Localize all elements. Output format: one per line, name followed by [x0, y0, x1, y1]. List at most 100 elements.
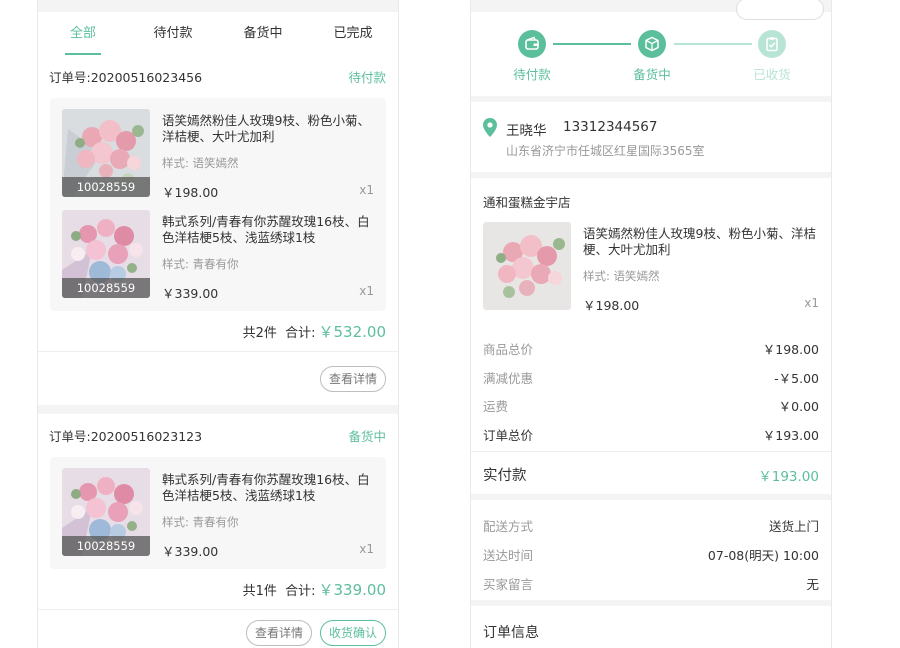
delivery-value: 送货上门 [768, 519, 819, 534]
fee-label: 运费 [483, 399, 509, 414]
order-detail-screen: 待付款 备货中 已收货 王晓华 13312344567 山东省济宁市任城区红星国… [470, 0, 832, 648]
amount-paid-value: ￥193.00 [758, 468, 819, 485]
product-qty: x1 [359, 284, 374, 298]
buyer-message-row: 买家留言 无 [483, 574, 819, 593]
order-info-section: 订单信息 [471, 606, 831, 648]
item-count: 共1件 [242, 583, 277, 599]
list-item[interactable]: 10028559 语笑嫣然粉佳人玫瑰9枝、粉色小菊、洋桔梗、大叶尤加利 样式: … [50, 109, 386, 210]
product-code: 10028559 [62, 177, 150, 197]
order-list-screen: 全部 待付款 备货中 已完成 订单号:20200516023456 待付款 10… [37, 0, 399, 648]
order-status: 待付款 [348, 70, 386, 85]
shop-name: 通和蛋糕金宇店 [483, 195, 571, 210]
delivery-section: 配送方式 送货上门 送达时间 07-08(明天) 10:00 买家留言 无 [471, 500, 831, 600]
fee-value: ￥0.00 [778, 399, 819, 414]
product-price: ￥339.00 [162, 286, 219, 301]
delivery-time-row[interactable]: 送达时间 07-08(明天) 10:00 [483, 545, 819, 564]
product-qty: x1 [359, 183, 374, 197]
divider [471, 451, 831, 452]
tab-pending-payment[interactable]: 待付款 [128, 12, 218, 55]
fee-row-order-total: 订单总价 ￥193.00 [483, 425, 819, 444]
recipient-address: 山东省济宁市任城区红星国际3565室 [506, 144, 705, 158]
step-label: 待付款 [513, 67, 551, 82]
amount-paid-row: 实付款 ￥193.00 [483, 464, 819, 485]
delivery-label: 买家留言 [483, 577, 534, 592]
product-qty: x1 [804, 296, 819, 310]
total-label: 合计: [285, 325, 316, 341]
tab-all[interactable]: 全部 [38, 12, 128, 55]
delivery-label: 送达时间 [483, 548, 534, 563]
product-image [483, 222, 571, 310]
tab-preparing[interactable]: 备货中 [218, 12, 308, 55]
order-number: 订单号:20200516023123 [49, 429, 203, 444]
product-title: 语笑嫣然粉佳人玫瑰9枝、粉色小菊、洋桔梗、大叶尤加利 [583, 226, 816, 257]
list-item[interactable]: 10028559 韩式系列/青春有你苏醒玫瑰16枝、白色洋桔梗5枝、浅蓝绣球1枝… [50, 210, 386, 311]
total-label: 合计: [285, 583, 316, 599]
order-summary: 共1件 合计: ￥339.00 [38, 569, 398, 609]
product-title: 语笑嫣然粉佳人玫瑰9枝、粉色小菊、洋桔梗、大叶尤加利 [162, 113, 370, 144]
product-spec: 样式: 语笑嫣然 [162, 156, 239, 170]
product-info: 韩式系列/青春有你苏醒玫瑰16枝、白色洋桔梗5枝、浅蓝绣球1枝 样式: 青春有你… [150, 210, 386, 311]
order-items: 10028559 韩式系列/青春有你苏醒玫瑰16枝、白色洋桔梗5枝、浅蓝绣球1枝… [50, 457, 386, 569]
product-code: 10028559 [62, 278, 150, 298]
order-total: ￥339.00 [318, 580, 387, 599]
product-price: ￥339.00 [162, 544, 219, 559]
product-info: 语笑嫣然粉佳人玫瑰9枝、粉色小菊、洋桔梗、大叶尤加利 样式: 语笑嫣然 ￥198… [150, 109, 386, 210]
product-qty: x1 [359, 542, 374, 556]
amount-paid-label: 实付款 [483, 468, 527, 484]
bouquet-image-icon [483, 222, 571, 310]
order-tabs: 全部 待付款 备货中 已完成 [38, 12, 398, 55]
confirm-receipt-button[interactable]: 收货确认 [319, 620, 386, 646]
shipping-address[interactable]: 王晓华 13312344567 山东省济宁市任城区红星国际3565室 [471, 102, 831, 172]
product-image: 10028559 [62, 468, 150, 556]
delivery-value: 无 [806, 577, 819, 592]
step-preparing: 备货中 [622, 30, 682, 83]
product-spec: 样式: 青春有你 [162, 257, 239, 271]
order-status: 备货中 [348, 429, 386, 444]
location-pin-icon [483, 118, 497, 141]
view-details-button[interactable]: 查看详情 [319, 365, 386, 392]
product-code: 10028559 [62, 536, 150, 556]
recipient-phone: 13312344567 [563, 119, 658, 135]
order-progress: 待付款 备货中 已收货 [471, 0, 831, 96]
fee-label: 订单总价 [483, 428, 534, 443]
product-price: ￥198.00 [162, 185, 219, 200]
order-actions: 查看详情 [38, 352, 398, 405]
header-button[interactable] [736, 0, 824, 20]
list-item[interactable]: 10028559 韩式系列/青春有你苏醒玫瑰16枝、白色洋桔梗5枝、浅蓝绣球1枝… [50, 468, 386, 569]
product-title: 韩式系列/青春有你苏醒玫瑰16枝、白色洋桔梗5枝、浅蓝绣球1枝 [162, 472, 370, 503]
delivery-method-row: 配送方式 送货上门 [483, 516, 819, 535]
product-spec: 样式: 语笑嫣然 [583, 269, 660, 283]
tab-completed[interactable]: 已完成 [308, 12, 398, 55]
recipient-name: 王晓华 [506, 123, 547, 139]
order-number: 订单号:20200516023456 [49, 70, 203, 85]
list-item[interactable]: 语笑嫣然粉佳人玫瑰9枝、粉色小菊、洋桔梗、大叶尤加利 样式: 语笑嫣然 ￥198… [471, 222, 831, 323]
wallet-icon [518, 30, 546, 58]
order-card: 订单号:20200516023123 备货中 10028559 韩式系列/青春有… [38, 414, 398, 648]
order-info-title: 订单信息 [483, 625, 539, 641]
order-total: ￥532.00 [318, 322, 387, 341]
clipboard-check-icon [758, 30, 786, 58]
product-title: 韩式系列/青春有你苏醒玫瑰16枝、白色洋桔梗5枝、浅蓝绣球1枝 [162, 214, 370, 245]
order-summary: 共2件 合计: ￥532.00 [38, 311, 398, 351]
step-label: 已收货 [753, 67, 791, 82]
product-info: 语笑嫣然粉佳人玫瑰9枝、粉色小菊、洋桔梗、大叶尤加利 样式: 语笑嫣然 ￥198… [571, 222, 831, 323]
order-items: 10028559 语笑嫣然粉佳人玫瑰9枝、粉色小菊、洋桔梗、大叶尤加利 样式: … [50, 98, 386, 311]
product-info: 韩式系列/青春有你苏醒玫瑰16枝、白色洋桔梗5枝、浅蓝绣球1枝 样式: 青春有你… [150, 468, 386, 569]
view-details-button[interactable]: 查看详情 [245, 620, 312, 646]
step-received: 已收货 [742, 30, 802, 83]
product-image: 10028559 [62, 210, 150, 298]
fee-value: -￥5.00 [774, 371, 819, 386]
item-count: 共2件 [242, 325, 277, 341]
product-spec: 样式: 青春有你 [162, 515, 239, 529]
progress-line [674, 43, 752, 45]
delivery-label: 配送方式 [483, 519, 534, 534]
step-label: 备货中 [633, 67, 671, 82]
product-price: ￥198.00 [583, 298, 640, 313]
step-pending-payment: 待付款 [502, 30, 562, 83]
fee-row-shipping: 运费 ￥0.00 [483, 396, 819, 415]
fee-value: ￥198.00 [762, 342, 819, 357]
order-header: 订单号:20200516023456 待付款 [38, 55, 398, 98]
package-icon [638, 30, 666, 58]
fee-value: ￥193.00 [762, 428, 819, 443]
fee-row-goods: 商品总价 ￥198.00 [483, 339, 819, 358]
